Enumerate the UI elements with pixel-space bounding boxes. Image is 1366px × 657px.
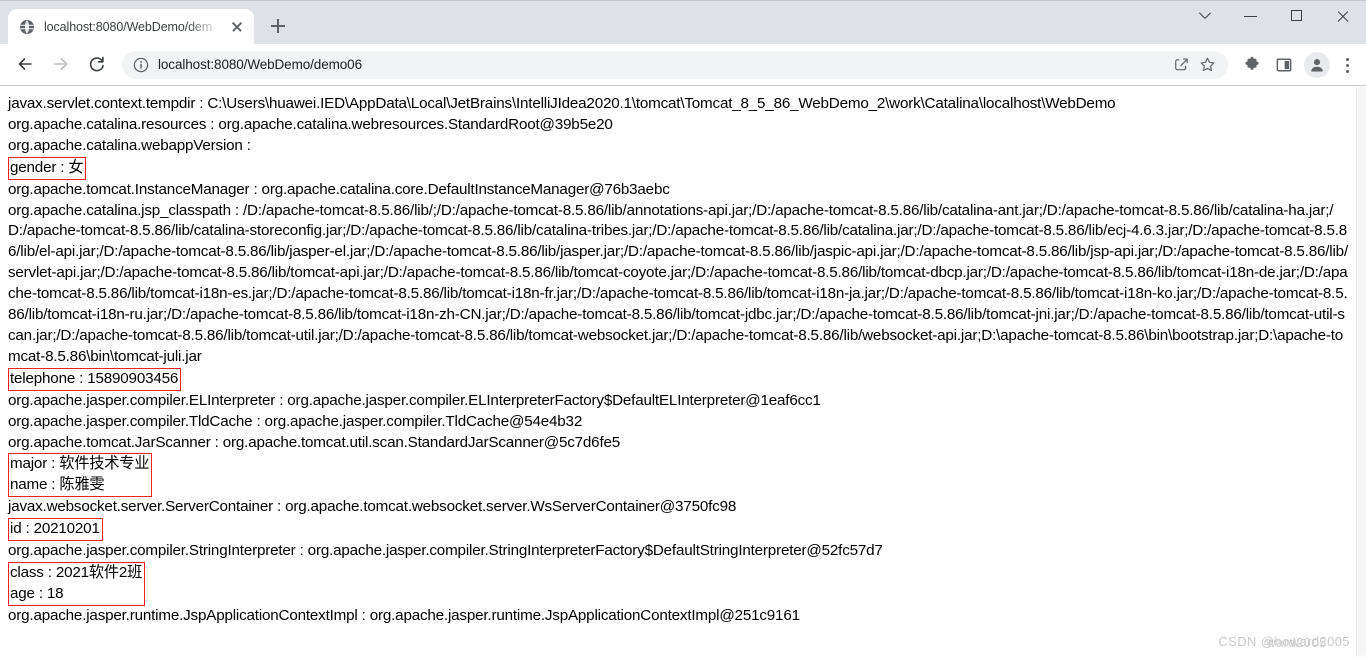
page-line-row: org.apache.tomcat.JarScanner : org.apach… bbox=[8, 433, 1348, 454]
highlight-box: major : 软件技术专业 name : 陈雅雯 bbox=[8, 453, 153, 498]
info-icon[interactable] bbox=[133, 57, 149, 73]
page-line-row: id : 20210201 bbox=[8, 518, 1348, 542]
browser-window: localhost:8080/WebDemo/dem localhost:808… bbox=[0, 0, 1366, 657]
context-line-el-interpreter: org.apache.jasper.compiler.ELInterpreter… bbox=[8, 391, 821, 409]
profile-avatar[interactable] bbox=[1304, 51, 1330, 78]
page-line-row: telephone : 15890903456 bbox=[8, 367, 1348, 391]
star-icon[interactable] bbox=[1196, 51, 1218, 79]
tab-title: localhost:8080/WebDemo/dem bbox=[44, 19, 213, 34]
page-line-row: class : 2021软件2班 age : 18 bbox=[8, 561, 1348, 606]
context-line-instance-manager: org.apache.tomcat.InstanceManager : org.… bbox=[8, 180, 670, 198]
sidepanel-icon[interactable] bbox=[1270, 51, 1298, 79]
page-viewport: javax.servlet.context.tempdir : C:\Users… bbox=[0, 86, 1366, 657]
attribute-line-attr-class: class : 2021软件2班 bbox=[10, 563, 143, 581]
page-line-row: gender : 女 bbox=[8, 156, 1348, 180]
page-line-row: org.apache.tomcat.InstanceManager : org.… bbox=[8, 180, 1348, 201]
context-line-webapp-version: org.apache.catalina.webappVersion : bbox=[8, 136, 251, 154]
context-line-catalina-resources: org.apache.catalina.resources : org.apac… bbox=[8, 115, 613, 133]
page-line-row: javax.websocket.server.ServerContainer :… bbox=[8, 497, 1348, 518]
page-line-row: org.apache.catalina.resources : org.apac… bbox=[8, 115, 1348, 136]
puzzle-icon[interactable] bbox=[1238, 51, 1266, 79]
maximize-window-button[interactable] bbox=[1274, 0, 1320, 32]
browser-tab[interactable]: localhost:8080/WebDemo/dem bbox=[8, 9, 254, 44]
attribute-line-attr-age: age : 18 bbox=[10, 584, 64, 602]
url-text: localhost:8080/WebDemo/demo06 bbox=[158, 57, 362, 72]
highlight-box: class : 2021软件2班 age : 18 bbox=[8, 561, 146, 606]
forward-icon bbox=[46, 50, 76, 80]
page-line-row: org.apache.jasper.compiler.ELInterpreter… bbox=[8, 391, 1348, 412]
attribute-line-attr-name: name : 陈雅雯 bbox=[10, 476, 105, 494]
page-line-row: org.apache.catalina.jsp_classpath : /D:/… bbox=[8, 201, 1348, 368]
share-icon[interactable] bbox=[1170, 51, 1192, 79]
context-line-string-interpreter: org.apache.jasper.compiler.StringInterpr… bbox=[8, 542, 883, 560]
attribute-line-attr-telephone: telephone : 15890903456 bbox=[8, 367, 182, 391]
context-line-jsp-app-context: org.apache.jasper.runtime.JspApplication… bbox=[8, 606, 800, 624]
attribute-line-attr-major: major : 软件技术专业 bbox=[10, 455, 150, 473]
minimize-window-button[interactable] bbox=[1228, 0, 1274, 32]
tab-strip: localhost:8080/WebDemo/dem bbox=[0, 0, 1182, 44]
page-line-row: org.apache.jasper.compiler.StringInterpr… bbox=[8, 541, 1348, 562]
window-controls bbox=[1182, 0, 1366, 44]
watermark-text-duplicate: ward2005 bbox=[1266, 635, 1327, 650]
context-line-jsp-classpath: org.apache.catalina.jsp_classpath : /D:/… bbox=[8, 201, 1348, 365]
tab-strip-bar: localhost:8080/WebDemo/dem bbox=[0, 0, 1366, 44]
back-icon[interactable] bbox=[10, 50, 40, 80]
close-window-button[interactable] bbox=[1320, 0, 1366, 32]
page-line-row: major : 软件技术专业 name : 陈雅雯 bbox=[8, 453, 1348, 498]
context-line-jar-scanner: org.apache.tomcat.JarScanner : org.apach… bbox=[8, 433, 621, 451]
attribute-line-attr-gender: gender : 女 bbox=[8, 156, 87, 180]
close-tab-icon[interactable] bbox=[228, 18, 246, 36]
servlet-context-attribute-list: javax.servlet.context.tempdir : C:\Users… bbox=[0, 86, 1356, 627]
address-bar[interactable]: localhost:8080/WebDemo/demo06 bbox=[122, 50, 1228, 79]
page-line-row: javax.servlet.context.tempdir : C:\Users… bbox=[8, 94, 1348, 115]
page-line-row: org.apache.jasper.runtime.JspApplication… bbox=[8, 606, 1348, 627]
scrollbar-thumb[interactable] bbox=[1358, 86, 1366, 657]
page-line-row: org.apache.catalina.webappVersion : bbox=[8, 136, 1348, 157]
csdn-watermark: CSDN @howard2005 ward2005 bbox=[1218, 634, 1350, 650]
globe-icon bbox=[19, 19, 35, 35]
kebab-menu-icon[interactable] bbox=[1334, 51, 1360, 79]
reload-icon[interactable] bbox=[82, 50, 112, 80]
attribute-line-attr-id: id : 20210201 bbox=[8, 518, 103, 542]
new-tab-button[interactable] bbox=[264, 12, 292, 40]
page-line-row: org.apache.jasper.compiler.TldCache : or… bbox=[8, 412, 1348, 433]
context-line-tld-cache: org.apache.jasper.compiler.TldCache : or… bbox=[8, 412, 583, 430]
vertical-scrollbar[interactable] bbox=[1356, 86, 1366, 657]
context-line-server-container: javax.websocket.server.ServerContainer :… bbox=[8, 498, 737, 516]
context-line-tempdir: javax.servlet.context.tempdir : C:\Users… bbox=[8, 95, 1116, 112]
search-tabs-icon[interactable] bbox=[1182, 0, 1228, 32]
browser-toolbar: localhost:8080/WebDemo/demo06 bbox=[0, 44, 1366, 86]
